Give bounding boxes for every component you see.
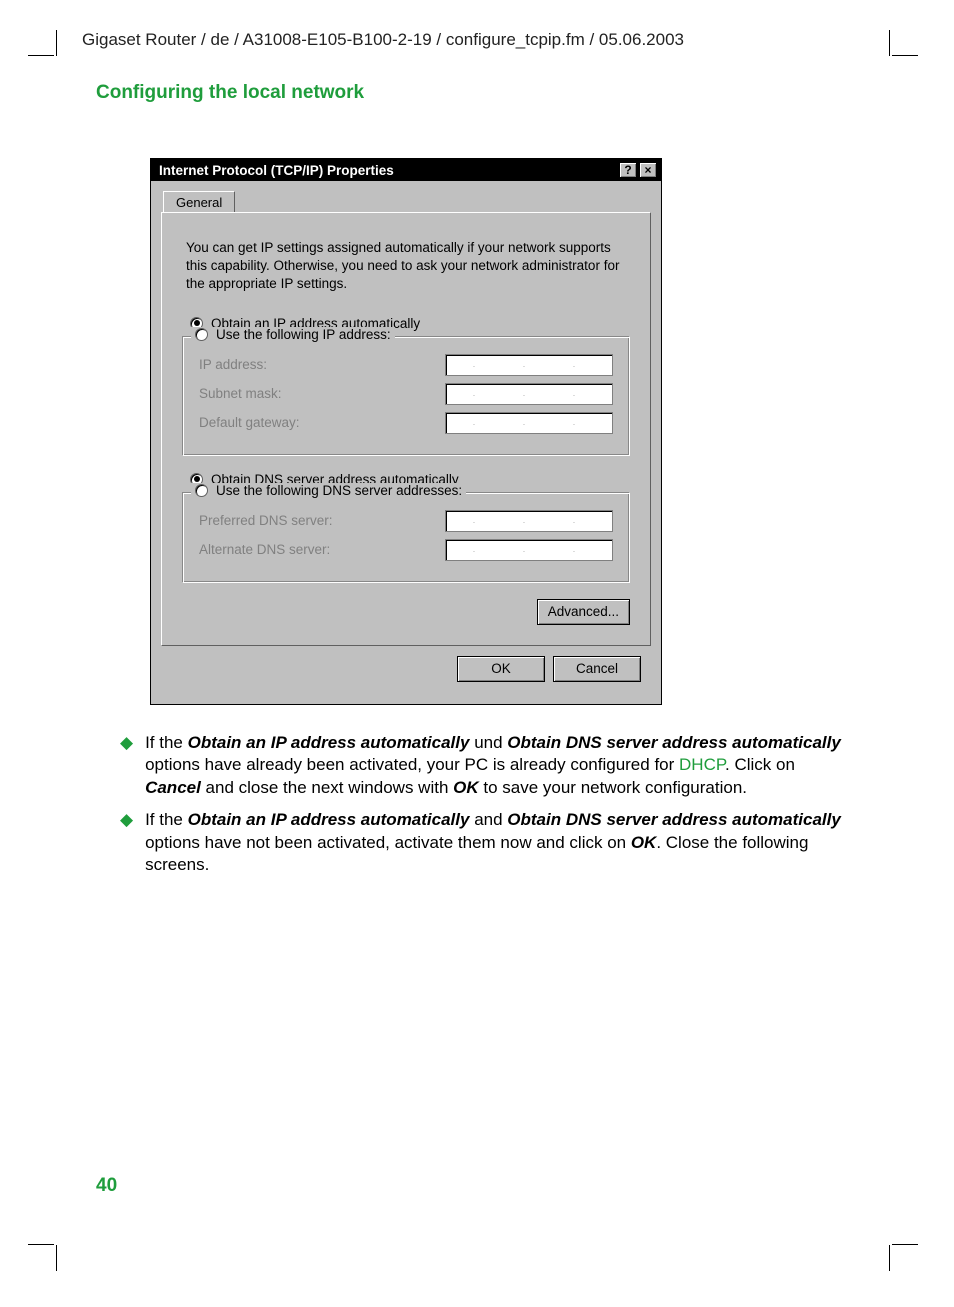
- t: options have not been activated, activat…: [145, 833, 631, 852]
- page-number: 40: [96, 1175, 117, 1197]
- t: Obtain DNS server address automatically: [507, 733, 841, 752]
- radio-use-dns[interactable]: [195, 484, 208, 497]
- input-subnet-mask[interactable]: ...: [445, 383, 613, 405]
- advanced-button[interactable]: Advanced...: [537, 599, 630, 625]
- dialog-titlebar: Internet Protocol (TCP/IP) Properties ? …: [151, 159, 661, 181]
- dialog-title: Internet Protocol (TCP/IP) Properties: [159, 163, 394, 178]
- radio-use-ip-label: Use the following IP address:: [216, 327, 391, 342]
- help-icon[interactable]: ?: [619, 162, 637, 178]
- section-title: Configuring the local network: [96, 82, 364, 104]
- input-preferred-dns[interactable]: ...: [445, 510, 613, 532]
- t: OK: [453, 778, 479, 797]
- input-default-gateway[interactable]: ...: [445, 412, 613, 434]
- t: and: [469, 810, 507, 829]
- diamond-bullet-icon: ◆: [120, 734, 133, 801]
- label-alternate-dns: Alternate DNS server:: [199, 542, 330, 557]
- dhcp-link[interactable]: DHCP: [679, 755, 725, 774]
- tab-panel-general: You can get IP settings assigned automat…: [161, 212, 651, 646]
- group-use-ip: Use the following IP address: IP address…: [182, 336, 630, 456]
- dialog-description: You can get IP settings assigned automat…: [186, 239, 626, 294]
- t: und: [469, 733, 507, 752]
- input-alternate-dns[interactable]: ...: [445, 539, 613, 561]
- radio-use-dns-label: Use the following DNS server addresses:: [216, 483, 462, 498]
- instruction-list: ◆ If the Obtain an IP address automatica…: [120, 732, 849, 887]
- t: If the: [145, 733, 188, 752]
- t: and close the next windows with: [201, 778, 453, 797]
- label-ip-address: IP address:: [199, 357, 267, 372]
- close-icon[interactable]: ×: [639, 162, 657, 178]
- list-item: ◆ If the Obtain an IP address automatica…: [120, 732, 849, 799]
- cancel-button[interactable]: Cancel: [553, 656, 641, 682]
- list-item: ◆ If the Obtain an IP address automatica…: [120, 809, 849, 876]
- t: Obtain an IP address automatically: [188, 810, 470, 829]
- t: options have already been activated, you…: [145, 755, 679, 774]
- diamond-bullet-icon: ◆: [120, 811, 133, 878]
- t: Obtain an IP address automatically: [188, 733, 470, 752]
- tcpip-properties-dialog: Internet Protocol (TCP/IP) Properties ? …: [150, 158, 662, 705]
- t: . Click on: [725, 755, 795, 774]
- tab-general[interactable]: General: [163, 191, 235, 212]
- t: OK: [631, 833, 657, 852]
- t: Obtain DNS server address automatically: [507, 810, 841, 829]
- label-default-gateway: Default gateway:: [199, 415, 300, 430]
- input-ip-address[interactable]: ...: [445, 354, 613, 376]
- header-path: Gigaset Router / de / A31008-E105-B100-2…: [82, 30, 874, 50]
- group-use-dns: Use the following DNS server addresses: …: [182, 492, 630, 583]
- t: to save your network configuration.: [479, 778, 747, 797]
- ok-button[interactable]: OK: [457, 656, 545, 682]
- label-preferred-dns: Preferred DNS server:: [199, 513, 333, 528]
- t: If the: [145, 810, 188, 829]
- radio-use-ip[interactable]: [195, 328, 208, 341]
- t: Cancel: [145, 778, 201, 797]
- label-subnet-mask: Subnet mask:: [199, 386, 282, 401]
